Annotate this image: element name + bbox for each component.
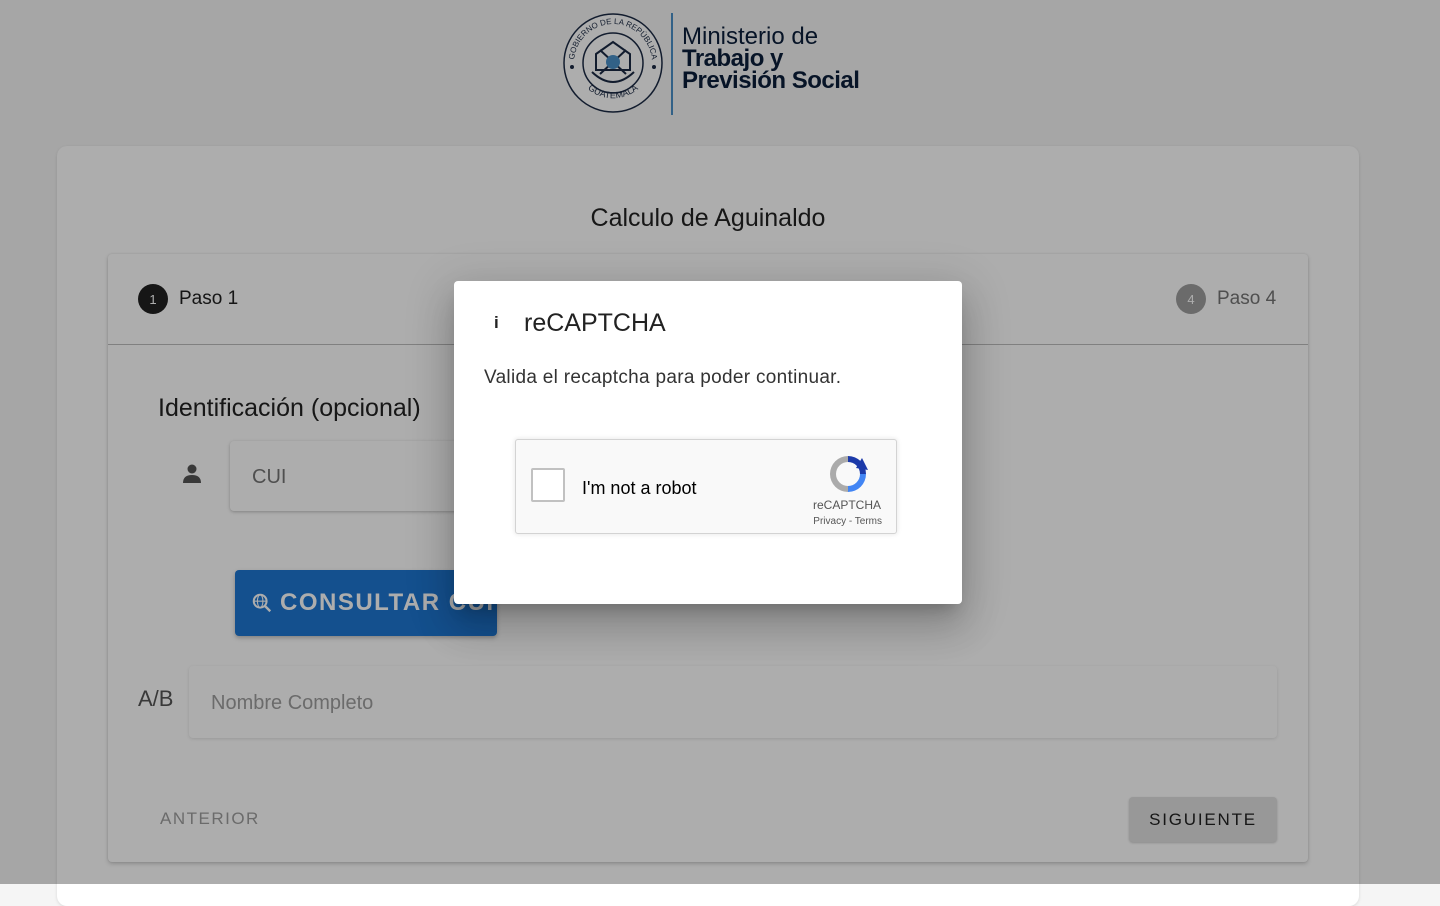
recaptcha-privacy-terms-links[interactable]: Privacy - Terms [813, 516, 882, 527]
recaptcha-brand: reCAPTCHA [812, 498, 881, 512]
recaptcha-checkbox[interactable] [531, 468, 565, 502]
recaptcha-label: I'm not a robot [582, 478, 697, 498]
info-icon: i [494, 313, 499, 332]
dialog-title: reCAPTCHA [524, 309, 666, 337]
recaptcha-widget: I'm not a robot reCAPTCHA Privacy - Term… [515, 439, 897, 534]
recaptcha-dialog: i reCAPTCHA Valida el recaptcha para pod… [454, 281, 962, 604]
recaptcha-logo-icon [830, 456, 868, 492]
dialog-message: Valida el recaptcha para poder continuar… [484, 367, 842, 388]
